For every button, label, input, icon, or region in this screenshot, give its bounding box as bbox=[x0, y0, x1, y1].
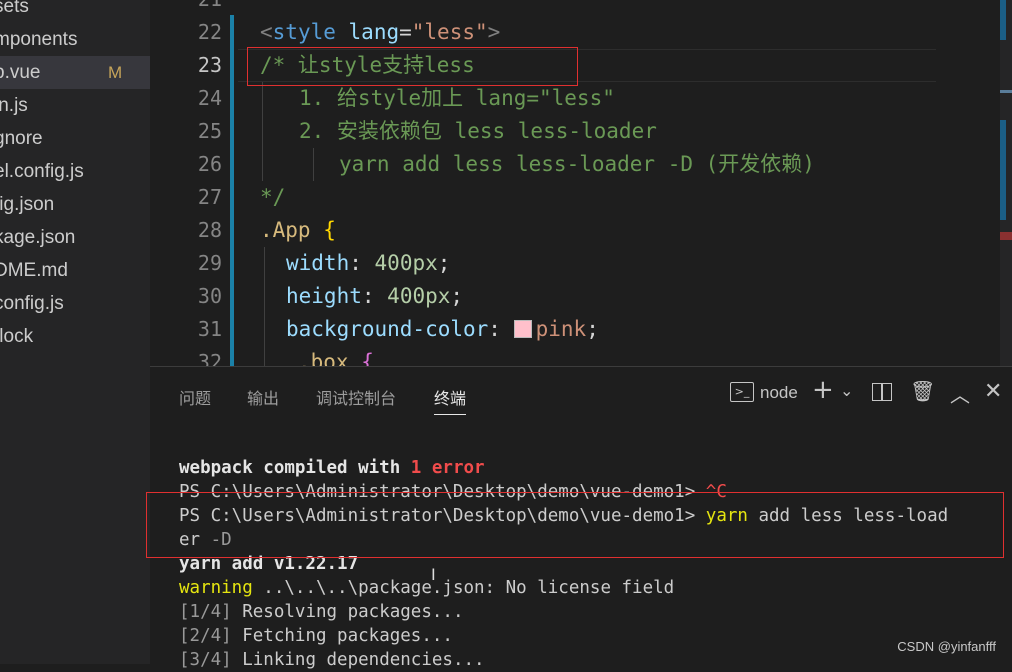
file-label: config.js bbox=[0, 293, 64, 314]
error-marker bbox=[1000, 232, 1012, 240]
file-item[interactable]: in.js bbox=[0, 89, 28, 122]
line-number: 31 bbox=[197, 317, 222, 341]
code-line-28: .App { bbox=[260, 218, 336, 242]
folder-item[interactable]: mponents bbox=[0, 23, 77, 56]
file-label: DME.md bbox=[0, 260, 68, 281]
file-label: kage.json bbox=[0, 227, 76, 248]
line-number: 27 bbox=[197, 185, 222, 209]
explorer-sidebar: sets mponents p.vue M in.js gnore el.conf… bbox=[0, 0, 150, 664]
annotation-box bbox=[146, 492, 1004, 558]
tab-problems[interactable]: 问题 bbox=[179, 385, 211, 409]
file-item[interactable]: gnore bbox=[0, 122, 43, 155]
code-line-22: <style lang="less"> bbox=[260, 20, 501, 44]
file-item[interactable]: el.config.js bbox=[0, 155, 84, 188]
file-label: in.js bbox=[0, 95, 28, 116]
line-number: 22 bbox=[197, 20, 222, 44]
terminal-icon: >_ bbox=[730, 382, 754, 402]
terminal-line: [2/4] Fetching packages... bbox=[179, 626, 453, 646]
terminal-line: warning ..\..\..\package.json: No licens… bbox=[179, 578, 675, 598]
file-item[interactable]: kage.json bbox=[0, 221, 75, 254]
file-item-active[interactable]: p.vue M bbox=[0, 56, 150, 89]
tab-terminal[interactable]: 终端 bbox=[434, 385, 467, 415]
annotation-box bbox=[247, 47, 578, 86]
terminal-line: [1/4] Resolving packages... bbox=[179, 602, 464, 622]
terminal-name[interactable]: node bbox=[760, 383, 798, 403]
plus-icon[interactable]: + bbox=[812, 375, 834, 405]
scroll-marker bbox=[1000, 0, 1006, 40]
code-line-32: .box { bbox=[298, 350, 374, 366]
modified-lines-bar bbox=[230, 15, 234, 366]
file-item[interactable]: config.js bbox=[0, 287, 64, 320]
tab-debug-console[interactable]: 调试控制台 bbox=[316, 385, 396, 409]
line-number: 26 bbox=[197, 152, 222, 176]
split-icon[interactable] bbox=[872, 383, 892, 401]
line-number: 24 bbox=[197, 86, 222, 110]
file-label: .lock bbox=[0, 326, 34, 347]
terminal-line: [3/4] Linking dependencies... bbox=[179, 650, 485, 670]
file-label: mponents bbox=[0, 29, 78, 50]
chevron-up-icon[interactable]: ︿ bbox=[950, 379, 970, 408]
file-item[interactable]: sets bbox=[0, 0, 29, 23]
color-swatch[interactable] bbox=[513, 320, 532, 338]
file-item[interactable]: DME.md bbox=[0, 254, 68, 287]
line-number: 32 bbox=[197, 350, 222, 366]
code-line-25: 2. 安装依赖包 less less-loader bbox=[299, 119, 657, 143]
text-cursor-icon: I bbox=[431, 565, 436, 584]
file-label: sets bbox=[0, 0, 29, 17]
code-line-26: yarn add less less-loader -D (开发依赖) bbox=[339, 152, 815, 176]
close-icon[interactable]: ✕ bbox=[984, 379, 1002, 404]
line-number: 21 bbox=[150, 0, 222, 16]
scroll-marker bbox=[1000, 120, 1006, 220]
line-number: 30 bbox=[197, 284, 222, 308]
file-label: el.config.js bbox=[0, 161, 84, 182]
code-line-29: width: 400px; bbox=[286, 251, 451, 275]
trash-icon[interactable]: 🗑 bbox=[910, 379, 935, 403]
minimap[interactable] bbox=[938, 0, 1000, 366]
modified-badge: M bbox=[108, 63, 123, 82]
indent-guide bbox=[262, 82, 263, 181]
file-item[interactable]: fig.json bbox=[0, 188, 54, 221]
indent-guide bbox=[264, 247, 265, 366]
file-item[interactable]: .lock bbox=[0, 320, 33, 353]
tab-output[interactable]: 输出 bbox=[247, 385, 279, 409]
indent-guide bbox=[313, 148, 314, 181]
code-line-27: */ bbox=[260, 185, 286, 209]
line-number: 25 bbox=[197, 119, 222, 143]
line-number: 23 bbox=[197, 53, 222, 77]
line-number: 29 bbox=[197, 251, 222, 275]
chevron-down-icon[interactable]: ⌄ bbox=[840, 381, 853, 400]
terminal-line: webpack compiled with 1 error bbox=[179, 458, 485, 478]
editor-scrollbar[interactable] bbox=[1000, 0, 1012, 366]
code-line-30: height: 400px; bbox=[286, 284, 464, 308]
file-label: p.vue bbox=[0, 62, 41, 83]
scroll-marker bbox=[1000, 90, 1012, 93]
code-line-24: 1. 给style加上 lang="less" bbox=[299, 86, 615, 110]
watermark: CSDN @yinfanfff bbox=[897, 639, 996, 654]
file-label: fig.json bbox=[0, 194, 55, 215]
file-label: gnore bbox=[0, 128, 43, 149]
line-number: 28 bbox=[197, 218, 222, 242]
code-line-31: background-color: pink; bbox=[286, 317, 599, 341]
